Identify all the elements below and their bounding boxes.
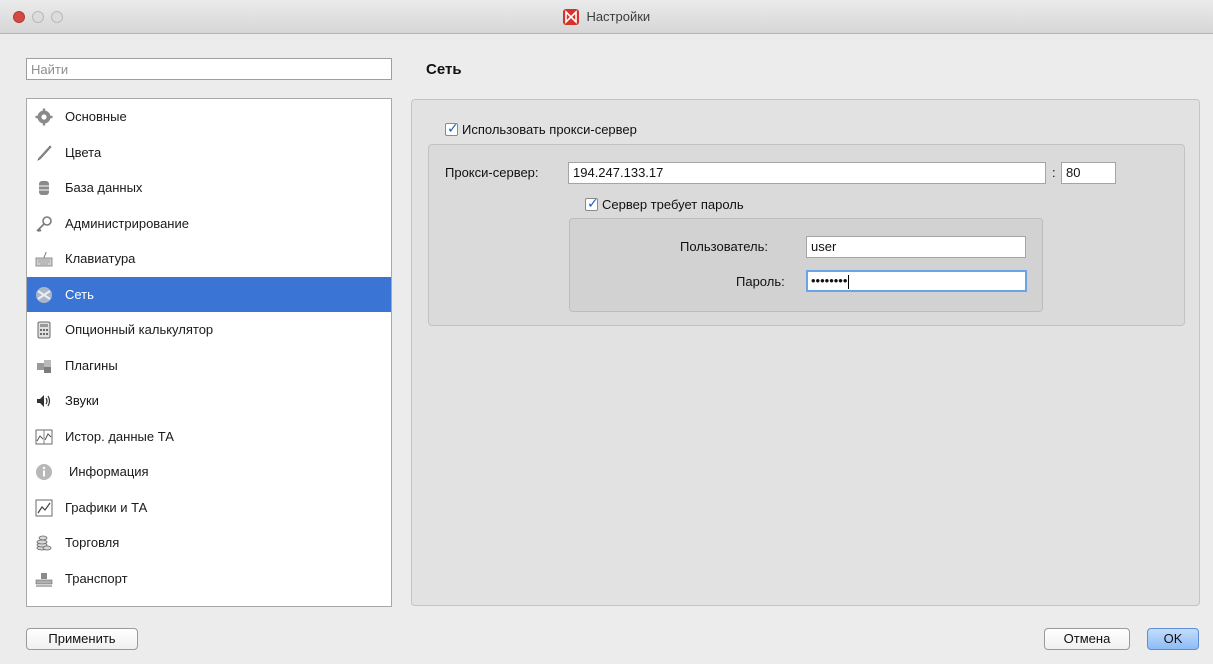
checkmark-icon: ✓ bbox=[587, 195, 599, 211]
sidebar-item-plugins[interactable]: Плагины bbox=[27, 348, 391, 384]
password-label: Пароль: bbox=[736, 274, 785, 289]
sidebar-item-database[interactable]: База данных bbox=[27, 170, 391, 206]
proxy-settings-group: Прокси-сервер: 194.247.133.17 : 80 ✓ Сер… bbox=[428, 144, 1185, 326]
password-field[interactable]: •••••••• bbox=[806, 270, 1027, 292]
coins-icon bbox=[36, 535, 52, 551]
sidebar-item-label: Цвета bbox=[65, 144, 102, 160]
sidebar-item-label: Торговля bbox=[65, 535, 120, 550]
keyboard-icon bbox=[35, 251, 53, 267]
sidebar-item-label: Основные bbox=[65, 109, 127, 124]
sidebar-item-label: Истор. данные ТА bbox=[65, 428, 174, 444]
sidebar-item-trading[interactable]: Торговля bbox=[27, 525, 391, 561]
sidebar-item-label: Транспорт bbox=[65, 570, 128, 586]
proxy-host-field[interactable]: 194.247.133.17 bbox=[568, 162, 1046, 184]
sidebar-item-label: Администрирование bbox=[65, 215, 189, 231]
sidebar-item-label: Графики и ТА bbox=[65, 499, 148, 515]
auth-required-label: Сервер требует пароль bbox=[602, 197, 744, 212]
proxy-server-label: Прокси-сервер: bbox=[445, 165, 539, 180]
transport-icon bbox=[35, 572, 53, 586]
network-settings-panel: ✓ Использовать прокси-сервер Прокси-серв… bbox=[411, 99, 1200, 606]
puzzle-icon bbox=[37, 359, 51, 373]
ok-button[interactable]: OK bbox=[1147, 628, 1199, 650]
username-label: Пользователь: bbox=[680, 239, 768, 254]
sidebar-item-label: База данных bbox=[65, 180, 143, 195]
sidebar-item-label: Плагины bbox=[65, 357, 118, 373]
search-input[interactable] bbox=[26, 58, 392, 80]
sidebar-item-historical-data[interactable]: Истор. данные ТА bbox=[27, 419, 391, 455]
username-field[interactable]: user bbox=[806, 236, 1026, 258]
sidebar-item-label: Клавиатура bbox=[65, 251, 136, 266]
history-chart-icon bbox=[35, 429, 53, 444]
use-proxy-checkbox-row[interactable]: ✓ Использовать прокси-сервер bbox=[445, 120, 637, 137]
title-bar: Настройки bbox=[0, 0, 1213, 34]
use-proxy-checkbox[interactable]: ✓ bbox=[445, 120, 459, 136]
database-icon bbox=[39, 181, 49, 195]
sidebar-item-network[interactable]: Сеть bbox=[27, 276, 391, 312]
sidebar-item-sounds[interactable]: Звуки bbox=[27, 383, 391, 419]
proxy-port-field[interactable]: 80 bbox=[1061, 162, 1116, 184]
use-proxy-label: Использовать прокси-сервер bbox=[462, 122, 637, 137]
settings-window: Настройки Основные Цвета База данных bbox=[0, 0, 1213, 664]
text-caret bbox=[848, 274, 850, 289]
page-title: Сеть bbox=[426, 61, 462, 78]
sidebar-item-information[interactable]: Информация bbox=[27, 454, 391, 490]
sidebar-item-label: Звуки bbox=[65, 393, 99, 408]
sidebar-item-transport[interactable]: Транспорт bbox=[27, 561, 391, 597]
app-logo-icon bbox=[562, 8, 579, 25]
port-separator: : bbox=[1052, 165, 1056, 180]
password-dots: •••••••• bbox=[811, 273, 848, 288]
sidebar-item-label: Сеть bbox=[65, 286, 94, 302]
window-title: Настройки bbox=[586, 9, 651, 25]
cancel-button[interactable]: Отмена bbox=[1044, 628, 1130, 650]
sidebar-item-option-calculator[interactable]: Опционный калькулятор bbox=[27, 312, 391, 348]
sidebar-item-colors[interactable]: Цвета bbox=[27, 135, 391, 171]
sidebar-item-label: Информация bbox=[69, 464, 149, 479]
calculator-icon bbox=[37, 321, 51, 339]
gear-icon bbox=[35, 108, 53, 126]
checkmark-icon: ✓ bbox=[447, 120, 459, 136]
auth-checkbox-row[interactable]: ✓ Сервер требует пароль bbox=[585, 195, 744, 212]
sidebar-item-administration[interactable]: Администрирование bbox=[27, 206, 391, 242]
credentials-group: Пользователь: user Пароль: •••••••• bbox=[569, 218, 1043, 312]
info-icon bbox=[36, 464, 52, 480]
window-title-group: Настройки bbox=[0, 8, 1213, 25]
settings-sidebar: Основные Цвета База данных Администриров… bbox=[26, 98, 392, 607]
sidebar-item-label: Опционный калькулятор bbox=[65, 322, 214, 337]
key-icon bbox=[36, 215, 52, 232]
speaker-icon bbox=[37, 395, 51, 407]
sidebar-item-charts-ta[interactable]: Графики и ТА bbox=[27, 490, 391, 526]
network-icon bbox=[36, 286, 52, 303]
apply-button[interactable]: Применить bbox=[26, 628, 138, 650]
line-chart-icon bbox=[35, 499, 53, 516]
auth-required-checkbox[interactable]: ✓ bbox=[585, 195, 599, 211]
brush-icon bbox=[37, 144, 52, 161]
sidebar-item-keyboard[interactable]: Клавиатура bbox=[27, 241, 391, 277]
sidebar-item-general[interactable]: Основные bbox=[27, 99, 391, 135]
